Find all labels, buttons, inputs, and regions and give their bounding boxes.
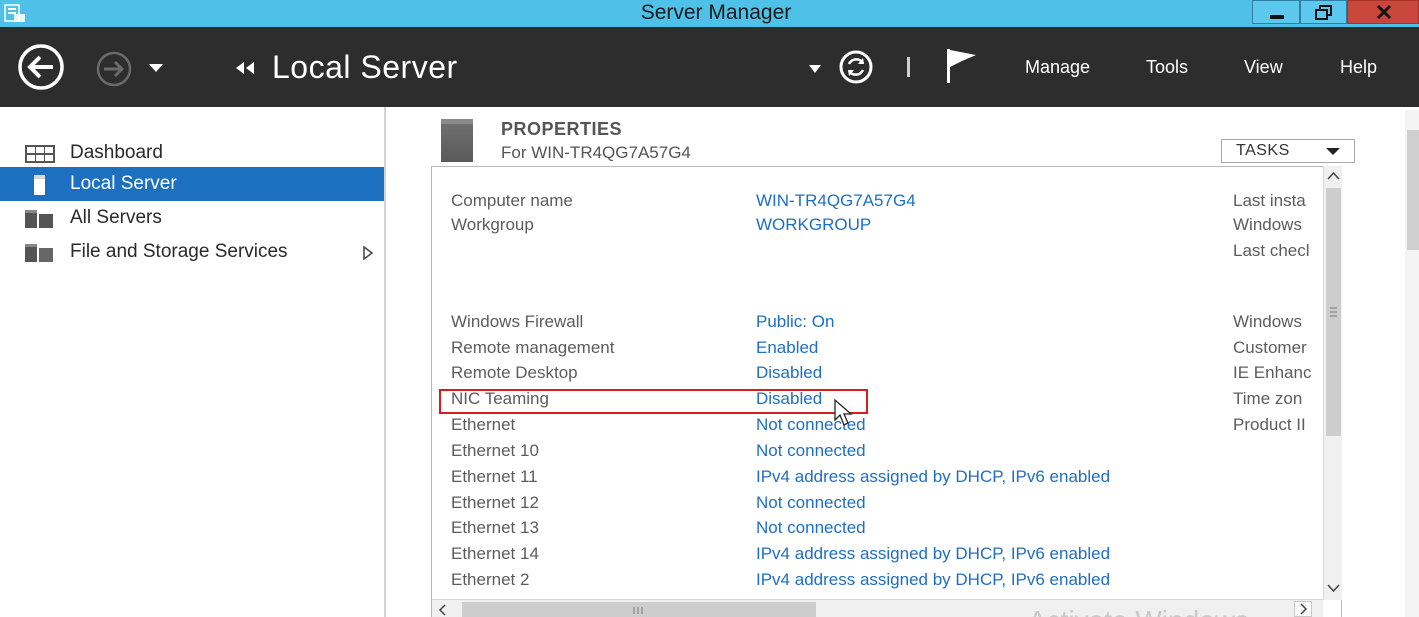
property-label: Computer name [451, 191, 573, 210]
properties-server-icon [441, 119, 473, 162]
scroll-left-icon[interactable] [436, 603, 450, 617]
window-scroll-thumb[interactable] [1407, 130, 1419, 250]
scroll-right-icon [1300, 603, 1308, 615]
sidebar-item-dashboard[interactable]: Dashboard [0, 136, 384, 170]
forward-button[interactable] [90, 51, 136, 87]
property-label: Ethernet 12 [451, 493, 539, 512]
property-label-right: Customer [1233, 338, 1307, 357]
ethernet-2-link[interactable]: IPv4 address assigned by DHCP, IPv6 enab… [756, 570, 1110, 590]
dropdown-icon[interactable] [808, 64, 822, 74]
property-label-right: Windows [1233, 312, 1302, 331]
header-separator [907, 57, 910, 77]
close-icon [1376, 4, 1392, 20]
property-label-right: Product II [1233, 415, 1306, 434]
remote-management-link[interactable]: Enabled [756, 338, 818, 358]
minimize-icon [1270, 15, 1284, 19]
property-label: Windows Firewall [451, 312, 584, 331]
computer-name-link[interactable]: WIN-TR4QG7A57G4 [756, 191, 916, 211]
ethernet-14-link[interactable]: IPv4 address assigned by DHCP, IPv6 enab… [756, 544, 1110, 564]
property-label: Remote management [451, 338, 615, 357]
property-label-right: Windows [1233, 215, 1302, 234]
sidebar-item-local-server[interactable]: Local Server [0, 167, 384, 201]
mouse-cursor-icon [834, 398, 853, 426]
ethernet-12-link[interactable]: Not connected [756, 493, 866, 513]
grip-icon [1330, 307, 1337, 317]
menu-help[interactable]: Help [1340, 57, 1377, 78]
grip-icon [633, 607, 643, 614]
scroll-down-icon[interactable] [1324, 578, 1343, 598]
sidebar-item-label: File and Storage Services [70, 241, 288, 262]
sidebar-item-file-storage[interactable]: File and Storage Services [0, 235, 384, 269]
title-bar: Server Manager [0, 0, 1419, 27]
vertical-scrollbar[interactable] [1323, 166, 1342, 600]
chevron-down-icon [1326, 148, 1340, 155]
property-label: Ethernet 10 [451, 441, 539, 460]
servers-icon [25, 210, 53, 228]
property-label: Ethernet 2 [451, 570, 530, 589]
sidebar-item-label: Dashboard [70, 142, 163, 163]
sidebar-item-label: Local Server [70, 173, 177, 194]
menu-view[interactable]: View [1244, 57, 1283, 78]
expand-arrow-icon[interactable] [362, 246, 374, 260]
property-label-right: Last checl [1233, 241, 1310, 260]
property-label: Ethernet 13 [451, 518, 539, 537]
restore-icon [1315, 5, 1332, 20]
remote-desktop-link[interactable]: Disabled [756, 363, 822, 383]
nic-teaming-highlight-box [439, 389, 868, 414]
window-title: Server Manager [640, 1, 792, 24]
property-label: Ethernet 14 [451, 544, 539, 563]
tasks-dropdown-button[interactable]: TASKS [1221, 139, 1355, 163]
tasks-label: TASKS [1236, 142, 1290, 159]
close-button[interactable] [1347, 0, 1419, 24]
property-label: Ethernet 11 [451, 467, 538, 486]
property-label-right: Last insta [1233, 191, 1306, 210]
refresh-icon[interactable] [838, 49, 874, 85]
property-label: Ethernet [451, 415, 516, 434]
scroll-right-button[interactable] [1294, 601, 1312, 617]
property-label: Workgroup [451, 215, 534, 234]
properties-subtitle: For WIN-TR4QG7A57G4 [501, 143, 691, 162]
header-bar: Local Server Manage Tools View Help [0, 27, 1419, 107]
minimize-button[interactable] [1252, 0, 1300, 24]
sidebar-item-label: All Servers [70, 207, 162, 228]
ethernet-13-link[interactable]: Not connected [756, 518, 866, 538]
dashboard-icon [25, 145, 55, 163]
menu-manage[interactable]: Manage [1025, 57, 1090, 78]
sidebar: Dashboard Local Server All Servers File … [0, 107, 386, 617]
property-label: Remote Desktop [451, 363, 578, 382]
property-label-right: Time zon [1233, 389, 1303, 408]
ethernet-11-link[interactable]: IPv4 address assigned by DHCP, IPv6 enab… [756, 467, 1110, 487]
horizontal-scroll-thumb[interactable] [462, 602, 816, 617]
back-button[interactable] [17, 43, 83, 91]
scroll-up-icon[interactable] [1324, 166, 1343, 186]
workgroup-link[interactable]: WORKGROUP [756, 215, 871, 235]
ethernet-10-link[interactable]: Not connected [756, 441, 866, 461]
window-scrollbar[interactable] [1405, 110, 1419, 617]
property-label-right: IE Enhanc [1233, 363, 1312, 382]
storage-icon [25, 244, 53, 262]
history-dropdown-icon[interactable] [147, 62, 165, 74]
page-title: Local Server [272, 49, 458, 85]
notifications-flag-icon[interactable] [944, 47, 978, 85]
server-icon [34, 175, 45, 195]
properties-title: PROPERTIES [501, 119, 623, 139]
main-content: PROPERTIES For WIN-TR4QG7A57G4 TASKS Com… [388, 107, 1419, 617]
breadcrumb-back-icon[interactable] [232, 60, 260, 76]
restore-button[interactable] [1300, 0, 1347, 24]
sidebar-item-all-servers[interactable]: All Servers [0, 201, 384, 235]
activation-watermark: Activate Windows [1028, 601, 1249, 617]
vertical-scroll-thumb[interactable] [1326, 188, 1341, 436]
menu-tools[interactable]: Tools [1146, 57, 1188, 78]
windows-firewall-link[interactable]: Public: On [756, 312, 834, 332]
